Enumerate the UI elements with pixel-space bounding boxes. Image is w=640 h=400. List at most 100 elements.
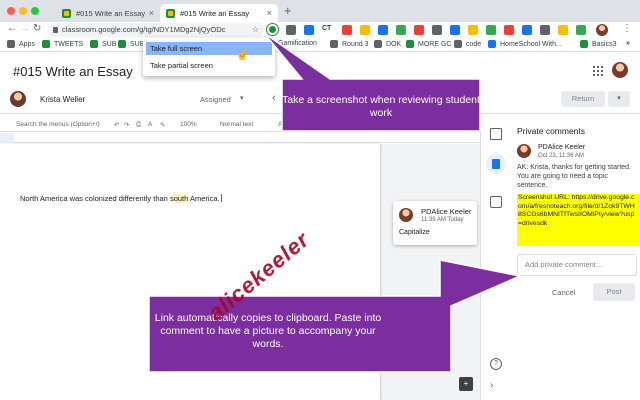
extension-icon[interactable] <box>450 25 460 35</box>
back-arrow-icon[interactable]: ← <box>7 23 17 34</box>
extension-icon[interactable] <box>486 25 496 35</box>
doc-comment-card[interactable]: PDAlice Keeler 11:39 AM Today Capitalize <box>393 201 477 245</box>
address-bar[interactable]: classroom.google.com/g/tg/NDY1MDg2NjQyOD… <box>48 23 264 37</box>
zoom-select[interactable]: 100% <box>180 121 197 128</box>
google-apps-icon[interactable] <box>593 66 603 76</box>
page-title: #015 Write an Essay <box>13 64 133 79</box>
student-dropdown-icon[interactable]: ▾ <box>240 94 244 102</box>
document-body[interactable]: North America was colonized differently … <box>20 194 222 203</box>
window-controls <box>7 7 39 15</box>
extension-icon[interactable] <box>414 25 424 35</box>
awesome-screenshot-extension-icon[interactable] <box>267 24 278 35</box>
comment-time: 11:39 AM Today <box>421 217 464 223</box>
ruler <box>0 133 480 143</box>
paint-format-icon[interactable]: ✎ <box>160 121 165 129</box>
extension-icon[interactable] <box>522 25 532 35</box>
side-panel-icons: ? › <box>480 118 510 400</box>
commented-word[interactable]: south <box>169 194 189 203</box>
close-tab-icon[interactable]: × <box>149 8 154 18</box>
classroom-favicon-icon <box>62 8 71 18</box>
doc-text-start: North America was colonized differently … <box>20 194 170 203</box>
return-options-button[interactable]: ▾ <box>608 91 630 107</box>
lock-icon <box>53 27 58 33</box>
extension-icon[interactable] <box>432 25 442 35</box>
document-area: North America was colonized differently … <box>0 144 480 400</box>
maximize-window-button[interactable] <box>31 7 39 15</box>
bookmark-gamification[interactable]: Gamification <box>278 40 317 47</box>
callout-link-copies: Link automatically copies to clipboard. … <box>154 312 382 350</box>
redo-icon[interactable]: ↷ <box>124 121 129 129</box>
folder-icon <box>580 40 588 48</box>
chevron-right-icon[interactable]: › <box>490 380 502 392</box>
undo-icon[interactable]: ↶ <box>114 121 119 129</box>
bookmark-more-gc[interactable]: MORE GC <box>406 40 451 48</box>
private-comments-panel: Private comments PDAlice Keeler Oct 23, … <box>510 118 640 400</box>
browser-tab-1[interactable]: #015 Write an Essay × <box>56 4 160 22</box>
take-full-screen-option[interactable]: Take full screen <box>146 42 272 55</box>
bookmark-code[interactable]: code <box>454 40 481 48</box>
reload-icon[interactable]: ↻ <box>33 23 41 34</box>
docs-toolbar: Search the menus (Option+/) ↶ ↷ ⎙ A ✎ 10… <box>0 118 480 132</box>
account-avatar[interactable] <box>612 62 628 78</box>
extension-icon[interactable] <box>286 25 296 35</box>
comment-timestamp: Oct 23, 11:36 AM <box>538 153 584 159</box>
commenter-name: PDAlice Keeler <box>538 144 586 151</box>
forward-arrow-icon[interactable]: → <box>20 23 30 34</box>
extension-icon[interactable] <box>558 25 568 35</box>
return-button[interactable]: Return <box>561 91 605 107</box>
extension-icon[interactable] <box>360 25 370 35</box>
bookmark-apps[interactable]: Apps <box>7 40 35 48</box>
student-name: Krista Weller <box>40 95 86 104</box>
text-style-select[interactable]: Normal text <box>220 121 253 128</box>
extension-icon[interactable] <box>342 25 352 35</box>
spellcheck-icon[interactable]: A <box>148 121 152 128</box>
extension-icon[interactable] <box>378 25 388 35</box>
comment-icon[interactable] <box>490 196 502 208</box>
doc-text-end: America. <box>188 194 220 203</box>
comment-author-avatar <box>399 208 413 222</box>
private-comment-input[interactable]: Add private comment... <box>517 254 637 276</box>
extension-icon[interactable] <box>396 25 406 35</box>
chrome-profile-avatar[interactable] <box>596 24 608 36</box>
browser-tab-2-active[interactable]: #015 Write an Essay × <box>160 4 278 22</box>
bookmark-round-3[interactable]: Round 3 <box>330 40 368 48</box>
bookmark-sub[interactable]: SUB <box>90 40 116 48</box>
bookmark-basics3[interactable]: Basics3 <box>580 40 617 48</box>
folder-icon <box>406 40 414 48</box>
commenter-avatar <box>517 144 531 158</box>
document-icon[interactable] <box>486 154 506 174</box>
previous-student-icon[interactable]: ‹ <box>272 92 276 104</box>
bookmark-homeschool[interactable]: HomeSchool With... <box>488 40 562 48</box>
close-tab-icon[interactable]: × <box>267 8 272 18</box>
bookmark-dok[interactable]: DOK <box>374 40 401 48</box>
bookmark-star-icon[interactable]: ☆ <box>252 23 259 37</box>
extension-icon[interactable] <box>576 25 586 35</box>
extension-icon[interactable] <box>468 25 478 35</box>
extension-icon[interactable] <box>304 25 314 35</box>
folder-icon <box>330 40 338 48</box>
bookmarks-overflow-icon[interactable]: » <box>626 40 630 47</box>
file-icon[interactable] <box>490 128 502 140</box>
browser-tab-strip: #015 Write an Essay × #015 Write an Essa… <box>0 0 640 22</box>
close-window-button[interactable] <box>7 7 15 15</box>
ct-extension-icon[interactable]: CT <box>322 25 332 35</box>
new-tab-button[interactable]: + <box>284 3 292 18</box>
bookmark-sub-2[interactable]: SUB <box>118 40 144 48</box>
screenshot-url[interactable]: Screenshot URL: https://drive.google.com… <box>517 194 639 246</box>
add-comment-icon[interactable]: + <box>459 377 473 391</box>
print-icon[interactable]: ⎙ <box>136 121 141 129</box>
help-icon[interactable]: ? <box>490 358 502 370</box>
menu-search-input[interactable]: Search the menus (Option+/) <box>16 121 100 128</box>
minimize-window-button[interactable] <box>19 7 27 15</box>
chrome-menu-icon[interactable]: ⋮ <box>622 23 632 34</box>
post-button[interactable]: Post <box>593 283 635 301</box>
ruler-margin <box>0 133 14 143</box>
document-page[interactable]: North America was colonized differently … <box>0 144 380 400</box>
extension-icon[interactable] <box>504 25 514 35</box>
font-select[interactable]: A <box>278 121 282 128</box>
extension-icon[interactable] <box>540 25 550 35</box>
take-partial-screen-option[interactable]: Take partial screen <box>146 59 272 72</box>
bookmark-tweets[interactable]: TWEETS <box>42 40 83 48</box>
cancel-button[interactable]: Cancel <box>552 288 575 297</box>
private-comments-title: Private comments <box>517 126 586 136</box>
